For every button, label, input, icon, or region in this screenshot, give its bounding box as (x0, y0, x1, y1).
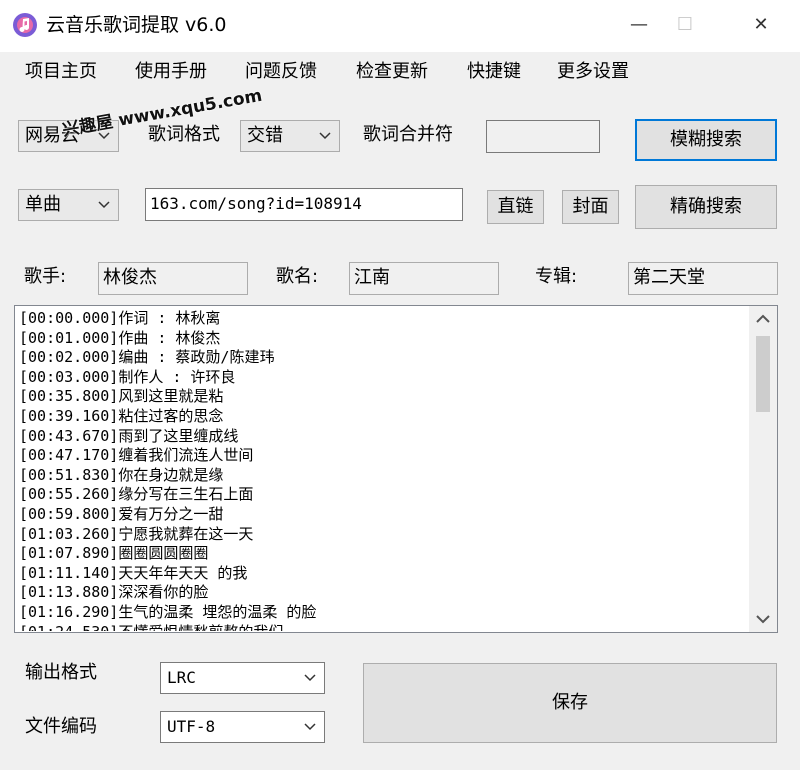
mode-value: 单曲 (25, 194, 61, 215)
menu-project-home[interactable]: 项目主页 (25, 60, 97, 84)
chevron-down-icon (304, 674, 316, 682)
lyric-line: [00:47.170]缠着我们流连人世间 (19, 446, 254, 465)
lyric-line: [01:16.290]生气的温柔 埋怨的温柔 的脸 (19, 602, 317, 621)
lyric-line: [00:35.800]风到这里就是粘 (19, 387, 224, 406)
lyric-line: [01:24.530]不懂爱恨情愁煎熬的我们 (19, 623, 749, 632)
lyric-line: [00:02.000]编曲 : 蔡政勋/陈建玮 (19, 348, 275, 367)
lyrics-textarea[interactable]: [00:00.000]作词 : 林秋离 [00:01.000]作曲 : 林俊杰 [0… (14, 305, 778, 633)
lyrics-content: [00:00.000]作词 : 林秋离 [00:01.000]作曲 : 林俊杰 [0… (19, 309, 749, 631)
menu-more-settings[interactable]: 更多设置 (557, 60, 629, 84)
menu-check-update[interactable]: 检查更新 (356, 60, 428, 84)
lyric-line: [00:59.800]爱有万分之一甜 (19, 504, 224, 523)
lyric-line: [00:01.000]作曲 : 林俊杰 (19, 328, 221, 347)
menu-user-manual[interactable]: 使用手册 (135, 60, 207, 84)
chevron-down-icon (319, 132, 331, 140)
lyric-line: [00:51.830]你在身边就是缘 (19, 465, 224, 484)
menu-bar: 项目主页 使用手册 问题反馈 检查更新 快捷键 更多设置 (0, 52, 800, 92)
menu-shortcuts[interactable]: 快捷键 (467, 60, 521, 84)
minimize-button[interactable]: — (616, 0, 662, 52)
music-app-icon (13, 13, 37, 37)
lyric-line: [00:55.260]缘分写在三生石上面 (19, 485, 254, 504)
output-format-value: LRC (167, 668, 196, 687)
window-title: 云音乐歌词提取 v6.0 (46, 14, 227, 36)
fuzzy-search-button[interactable]: 模糊搜索 (635, 119, 777, 161)
lyric-line: [01:07.890]圈圈圆圆圈圈 (19, 544, 209, 563)
singer-label: 歌手: (24, 266, 67, 287)
output-format-select[interactable]: LRC (160, 662, 325, 694)
scroll-up-arrow-icon[interactable] (749, 306, 777, 332)
lyric-line: [00:03.000]制作人 : 许环良 (19, 367, 236, 386)
direct-link-button[interactable]: 直链 (487, 190, 544, 224)
scroll-down-arrow-icon[interactable] (749, 606, 777, 632)
lyric-format-label: 歌词格式 (148, 124, 220, 145)
cover-button[interactable]: 封面 (562, 190, 619, 224)
file-encoding-select[interactable]: UTF-8 (160, 711, 325, 743)
lyric-line: [00:00.000]作词 : 林秋离 (19, 309, 221, 327)
lyric-line: [01:13.880]深深看你的脸 (19, 583, 209, 602)
file-encoding-label: 文件编码 (25, 716, 97, 737)
maximize-button[interactable]: ☐ (662, 0, 708, 52)
chevron-down-icon (304, 723, 316, 731)
merge-char-input[interactable] (486, 120, 600, 153)
album-field: 第二天堂 (628, 262, 778, 295)
output-format-label: 输出格式 (25, 662, 97, 683)
lyric-line: [01:03.260]宁愿我就葬在这一天 (19, 524, 254, 543)
title-bar: 云音乐歌词提取 v6.0 — ☐ ✕ (0, 0, 800, 52)
lyric-line: [00:39.160]粘住过客的思念 (19, 406, 224, 425)
album-label: 专辑: (535, 266, 578, 287)
save-button[interactable]: 保存 (363, 663, 777, 743)
chevron-down-icon (98, 201, 110, 209)
close-button[interactable]: ✕ (738, 0, 784, 52)
lyric-line: [00:43.670]雨到了这里缠成线 (19, 426, 239, 445)
lyric-line: [01:11.140]天天年年天天 的我 (19, 563, 248, 582)
scrollbar-thumb[interactable] (756, 336, 770, 412)
mode-select[interactable]: 单曲 (18, 189, 119, 221)
song-url-input[interactable]: 163.com/song?id=108914 (145, 188, 463, 221)
song-name-label: 歌名: (276, 266, 319, 287)
file-encoding-value: UTF-8 (167, 717, 216, 736)
vertical-scrollbar[interactable] (749, 306, 777, 632)
merge-char-label: 歌词合并符 (363, 124, 453, 145)
lyric-format-value: 交错 (247, 125, 283, 146)
exact-search-button[interactable]: 精确搜索 (635, 185, 777, 229)
singer-field: 林俊杰 (98, 262, 248, 295)
lyric-format-select[interactable]: 交错 (240, 120, 340, 152)
song-name-field: 江南 (349, 262, 499, 295)
